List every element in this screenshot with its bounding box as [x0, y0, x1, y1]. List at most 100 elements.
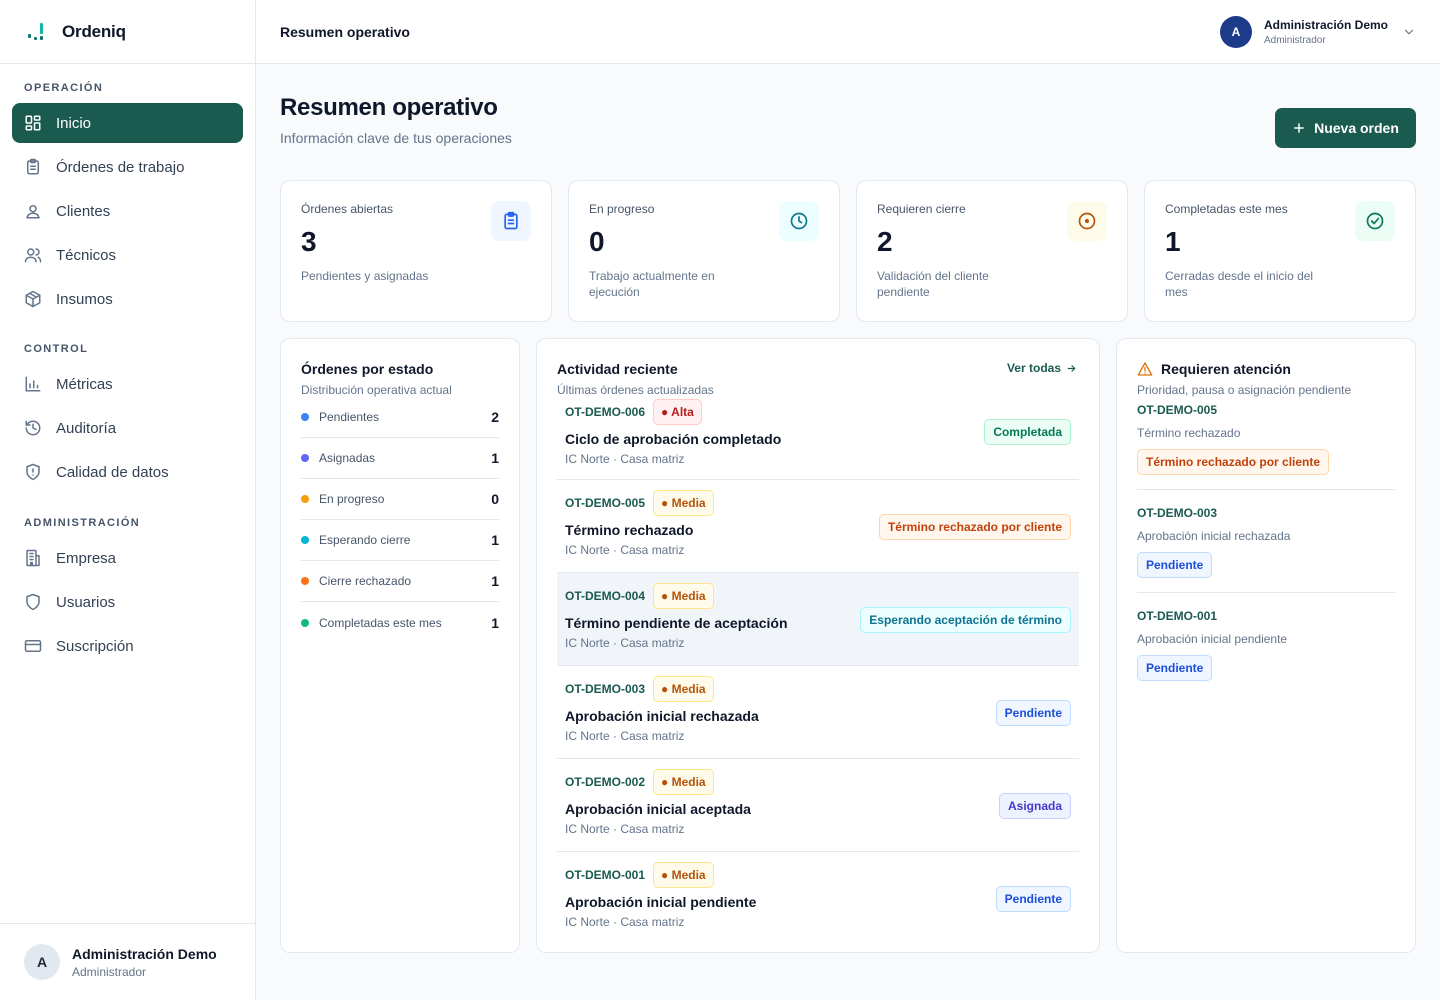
status-count: 2: [491, 409, 499, 425]
sidebar-item-label: Usuarios: [56, 593, 116, 611]
order-title: Aprobación inicial aceptada: [565, 801, 751, 817]
priority-badge: ● Media: [653, 769, 714, 795]
status-dot: [301, 413, 309, 421]
panel-title: Actividad reciente: [557, 361, 678, 377]
sidebar-item-label: Métricas: [56, 375, 113, 393]
chevron-down-icon: [1404, 29, 1414, 34]
status-row-esperando-cierre[interactable]: Esperando cierre 1: [301, 520, 499, 561]
order-meta: IC Norte · Casa matriz: [565, 915, 685, 929]
clipboard-icon: [504, 211, 518, 230]
order-code: OT-DEMO-005: [1137, 403, 1218, 417]
panel-subtitle: Prioridad, pausa o asignación pendiente: [1137, 383, 1352, 397]
sidebar-item-ordenes[interactable]: Órdenes de trabajo: [12, 147, 243, 187]
sidebar-item-usuarios[interactable]: Usuarios: [12, 582, 243, 622]
sidebar: Ordeniq OPERACIÓN Inicio Órdenes de trab…: [0, 0, 256, 1000]
order-code: OT-DEMO-006: [565, 405, 646, 419]
nav-section-title-administracion: ADMINISTRACIÓN: [24, 517, 141, 529]
status-label: Esperando cierre: [319, 533, 411, 547]
status-badge: Pendiente: [1137, 552, 1213, 578]
sidebar-item-auditoria[interactable]: Auditoría: [12, 408, 243, 448]
sidebar-item-label: Insumos: [56, 290, 113, 308]
attention-item[interactable]: OT-DEMO-001 Aprobación inicial pendiente…: [1137, 609, 1395, 695]
topbar-title: Resumen operativo: [280, 23, 410, 40]
view-all-link[interactable]: Ver todas: [1007, 361, 1077, 375]
new-order-button[interactable]: Nueva orden: [1275, 108, 1416, 148]
brand-logo-icon: [26, 21, 48, 43]
credit-card-icon: [24, 640, 42, 652]
order-meta: IC Norte · Casa matriz: [565, 729, 685, 743]
nav-section-title-control: CONTROL: [24, 343, 89, 355]
sidebar-item-metricas[interactable]: Métricas: [12, 364, 243, 404]
status-label: Completadas este mes: [319, 615, 442, 630]
sidebar-item-calidad[interactable]: Calidad de datos: [12, 452, 243, 492]
priority-badge: ● Media: [653, 676, 714, 702]
user-menu[interactable]: A Administración Demo Administrador: [1219, 15, 1416, 48]
attention-desc: Aprobación inicial pendiente: [1137, 632, 1288, 646]
sidebar-item-inicio[interactable]: Inicio: [12, 103, 243, 143]
status-panel: Órdenes por estado Distribución operativ…: [280, 338, 520, 953]
target-icon: [1078, 212, 1096, 230]
status-row-en-progreso[interactable]: En progreso 0: [301, 479, 499, 520]
shield-alert-icon: [26, 463, 40, 481]
activity-row[interactable]: OT-DEMO-001 ● Media Aprobación inicial p…: [557, 852, 1079, 945]
status-row-cierre-rechazado[interactable]: Cierre rechazado 1: [301, 561, 499, 602]
attention-item[interactable]: OT-DEMO-003 Aprobación inicial rechazada…: [1137, 506, 1395, 593]
order-code: OT-DEMO-001: [565, 868, 646, 882]
panel-subtitle: Distribución operativa actual: [301, 383, 452, 397]
stat-card-completed-month: Completadas este mes 1 Cerradas desde el…: [1144, 180, 1416, 322]
clipboard-icon: [27, 158, 39, 175]
brand[interactable]: Ordeniq: [0, 0, 255, 64]
topbar: Resumen operativo A Administración Demo …: [256, 0, 1440, 64]
status-count: 1: [491, 532, 499, 548]
stat-desc: Pendientes y asignadas: [301, 269, 429, 283]
status-row-asignadas[interactable]: Asignadas 1: [301, 438, 499, 479]
status-count: 1: [491, 614, 499, 631]
activity-row[interactable]: OT-DEMO-002 ● Media Aprobación inicial a…: [557, 759, 1079, 852]
sidebar-item-label: Empresa: [56, 549, 117, 567]
order-code: OT-DEMO-001: [1137, 609, 1218, 623]
status-badge: Pendiente: [995, 886, 1071, 912]
status-row-pendientes[interactable]: Pendientes 2: [301, 397, 499, 438]
activity-row[interactable]: OT-DEMO-005 ● Media Término rechazado IC…: [557, 480, 1079, 573]
priority-badge: ● Media: [653, 583, 714, 609]
sidebar-item-empresa[interactable]: Empresa: [12, 538, 243, 578]
status-dot: [301, 536, 309, 544]
page-title: Resumen operativo: [280, 94, 498, 121]
activity-row[interactable]: OT-DEMO-004 ● Media Término pendiente de…: [557, 573, 1079, 666]
sidebar-item-label: Suscripción: [56, 637, 134, 655]
order-meta: IC Norte · Casa matriz: [565, 452, 685, 466]
sidebar-user-name: Administración Demo: [72, 945, 217, 962]
activity-row[interactable]: OT-DEMO-006 ● Alta Ciclo de aprobación c…: [557, 391, 1079, 480]
sidebar-item-label: Auditoría: [56, 419, 117, 437]
status-badge: Término rechazado por cliente: [1137, 449, 1330, 475]
status-row-completadas[interactable]: Completadas este mes 1: [301, 602, 499, 643]
activity-row[interactable]: OT-DEMO-003 ● Media Aprobación inicial r…: [557, 666, 1079, 759]
status-label: Pendientes: [319, 410, 380, 424]
sidebar-item-label: Órdenes de trabajo: [56, 158, 185, 176]
shield-icon: [26, 593, 40, 611]
sidebar-item-suscripcion[interactable]: Suscripción: [12, 626, 243, 666]
activity-list: OT-DEMO-006 ● Alta Ciclo de aprobación c…: [557, 391, 1079, 945]
status-badge: Esperando aceptación de término: [860, 607, 1071, 633]
stat-card-open-orders: Órdenes abiertas 3 Pendientes y asignada…: [280, 180, 552, 322]
order-meta: IC Norte · Casa matriz: [565, 636, 685, 650]
stat-icon-box: [1355, 201, 1395, 241]
status-label: En progreso: [319, 492, 385, 506]
check-circle-icon: [1366, 212, 1384, 230]
sidebar-user-card[interactable]: A Administración Demo Administrador: [0, 923, 255, 1000]
order-code: OT-DEMO-005: [565, 496, 646, 510]
package-icon: [25, 290, 41, 308]
sidebar-item-tecnicos[interactable]: Técnicos: [12, 235, 243, 275]
status-label: Cierre rechazado: [319, 574, 412, 588]
status-count: 1: [491, 573, 499, 589]
sidebar-item-clientes[interactable]: Clientes: [12, 191, 243, 231]
sidebar-user-role: Administrador: [72, 964, 147, 979]
sidebar-item-label: Técnicos: [56, 246, 117, 264]
nav-section-title-operacion: OPERACIÓN: [24, 82, 104, 94]
plus-icon: [1294, 123, 1304, 133]
attention-desc: Término rechazado: [1137, 426, 1241, 440]
attention-item[interactable]: OT-DEMO-005 Término rechazado Término re…: [1137, 403, 1395, 490]
order-meta: IC Norte · Casa matriz: [565, 822, 685, 836]
priority-badge: ● Alta: [653, 399, 702, 425]
sidebar-item-insumos[interactable]: Insumos: [12, 279, 243, 319]
